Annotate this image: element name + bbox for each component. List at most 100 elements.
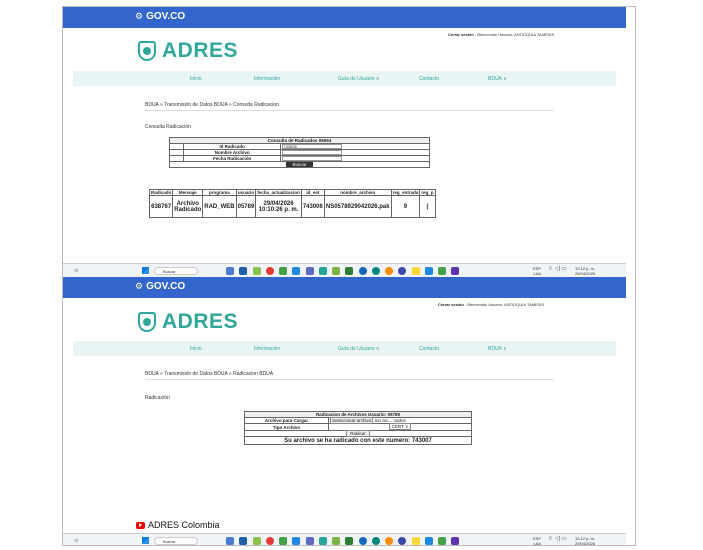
clock-bottom[interactable]: 10:12 p. m. 29/04/2026 <box>575 536 595 545</box>
nav-item-inicio[interactable]: Inicio <box>190 346 202 352</box>
widgets-icon[interactable] <box>226 267 234 275</box>
cell-programa: RAD_WEB <box>202 195 237 218</box>
app-icon-4[interactable] <box>319 537 327 545</box>
breadcrumb[interactable]: BDUA » Transmisión de Datos BDUA » Consu… <box>145 102 279 108</box>
channel-watermark: ADRES Colombia <box>136 520 220 530</box>
windows-start-icon[interactable] <box>142 267 149 274</box>
app-icon-7[interactable] <box>372 537 380 545</box>
app-icon-10[interactable] <box>451 537 459 545</box>
edge-icon[interactable] <box>292 537 300 545</box>
app-icon-1[interactable] <box>253 537 261 545</box>
adres-seal-icon <box>138 41 156 61</box>
wifi-sound-battery-icon[interactable]: ⌔ ◁) ▭ <box>548 267 567 272</box>
app-icon-9[interactable] <box>398 537 406 545</box>
submit-button[interactable]: Radicar <box>346 430 370 437</box>
name-input[interactable] <box>282 150 343 155</box>
app-icon-3[interactable] <box>306 267 314 275</box>
opera-icon[interactable] <box>266 537 274 545</box>
taskbar-bottom: ☼ Buscar ESP LAA ⌔ ◁) ▭ 10:12 p. m. 29/04/… <box>63 533 626 546</box>
col-usuario: usuario <box>235 189 257 196</box>
app-icon-2[interactable] <box>279 537 287 545</box>
brand-logo[interactable]: ADRES <box>138 310 238 334</box>
edge-icon[interactable] <box>292 267 300 275</box>
nav-item-guia[interactable]: Guía de Usuario ∨ <box>338 76 379 82</box>
search-label: Buscar <box>163 269 176 274</box>
main-nav: Inicio Información Guía de Usuario ∨ Con… <box>73 71 616 86</box>
taskbar-search[interactable]: Buscar <box>154 267 198 275</box>
nav-item-guia[interactable]: Guía de Usuario ∨ <box>338 346 379 352</box>
taskbar-search[interactable]: Buscar <box>154 537 198 545</box>
nav-item-informacion[interactable]: Información <box>254 346 280 352</box>
gov-bar-2: ⚙ GOV.CO <box>63 277 626 298</box>
screenshot-frame: ⚙ GOV.CO Cerrar sesión - Bienvenido Usuar… <box>62 6 636 546</box>
word-icon[interactable] <box>425 267 433 275</box>
weather-icon[interactable]: ☼ <box>73 267 79 274</box>
type-select[interactable]: CERT ∨ <box>388 423 412 430</box>
cell-fecha: 29/04/2026 10:10:26 p. m. <box>255 195 302 218</box>
breadcrumb[interactable]: BDUA » Transmisión de Datos BDUA » Radic… <box>145 371 273 377</box>
app-icon-7[interactable] <box>372 267 380 275</box>
app-icon-5[interactable] <box>332 537 340 545</box>
logout-link[interactable]: Cerrar sesión <box>438 302 464 307</box>
brand-logo[interactable]: ADRES <box>138 39 238 63</box>
chrome-icon[interactable] <box>359 537 367 545</box>
opera-icon[interactable] <box>266 267 274 275</box>
clock-top[interactable]: 10:12 p. m. 29/04/2026 <box>575 266 595 276</box>
nav-item-bdua[interactable]: BDUA ∨ <box>488 76 507 82</box>
app-icon-8[interactable] <box>385 267 393 275</box>
choose-file-button[interactable]: Seleccionar archivo <box>329 417 374 424</box>
app-icon-5[interactable] <box>332 267 340 275</box>
cell-nombre: NS0578929042026.pak <box>323 195 392 218</box>
app-icon-10[interactable] <box>451 267 459 275</box>
nav-item-contacto[interactable]: Contacto <box>419 76 439 82</box>
nav-item-bdua[interactable]: BDUA ∨ <box>488 346 507 352</box>
app-icon-1[interactable] <box>253 267 261 275</box>
date-input[interactable] <box>282 156 343 161</box>
cell-reg-p: ( <box>419 195 436 218</box>
app-icon-4[interactable] <box>319 267 327 275</box>
divider <box>145 110 554 111</box>
app-icon-6[interactable] <box>345 267 353 275</box>
app-icon-6[interactable] <box>345 537 353 545</box>
type-label: Tipo Archivo <box>244 423 329 431</box>
weather-icon[interactable]: ☼ <box>73 537 79 544</box>
section-title: Consulta Radicación <box>145 124 191 130</box>
search-button[interactable]: Buscar <box>286 162 313 167</box>
nav-item-informacion[interactable]: Información <box>254 76 280 82</box>
task-view-icon[interactable] <box>239 267 247 275</box>
chrome-icon[interactable] <box>359 267 367 275</box>
brand-name: ADRES <box>162 39 239 62</box>
nav-item-contacto[interactable]: Contacto <box>419 346 439 352</box>
widgets-icon[interactable] <box>226 537 234 545</box>
excel-icon[interactable] <box>438 267 446 275</box>
gov-shield-icon: ⚙ <box>135 12 144 22</box>
gov-label[interactable]: GOV.CO <box>146 11 185 22</box>
app-icon-9[interactable] <box>398 267 406 275</box>
folder-icon[interactable] <box>412 537 420 545</box>
app-icon-8[interactable] <box>385 537 393 545</box>
tray-lang[interactable]: ESP LAA <box>533 536 542 546</box>
col-radicado: Radicado <box>148 189 174 196</box>
gov-label[interactable]: GOV.CO <box>146 281 185 292</box>
success-message: Su archivo se ha radicado con este numer… <box>244 436 472 445</box>
word-icon[interactable] <box>425 537 433 545</box>
nav-item-inicio[interactable]: Inicio <box>190 76 202 82</box>
welcome-text: - Bienvenido Usuario: ANTIOQUIA TAMESIS <box>464 302 545 307</box>
task-view-icon[interactable] <box>239 537 247 545</box>
folder-icon[interactable] <box>412 267 420 275</box>
app-icon-2[interactable] <box>279 267 287 275</box>
divider <box>145 379 554 380</box>
session-info: Cerrar sesión - Bienvenido Usuario: ANTI… <box>438 302 544 307</box>
app-icon-3[interactable] <box>306 537 314 545</box>
excel-icon[interactable] <box>438 537 446 545</box>
tray-lang[interactable]: ESP LAA <box>533 266 541 276</box>
taskbar-top: ☼ Buscar ESP LAA ⌔ ◁) ▭ 10:12 p. m. 29/04/… <box>63 263 626 277</box>
region-text: LAA <box>533 541 542 546</box>
logout-link[interactable]: Cerrar sesión <box>448 32 474 37</box>
id-input[interactable]: 743006 <box>282 144 343 149</box>
gov-bar: ⚙ GOV.CO <box>63 7 626 28</box>
main-nav: Inicio Información Guía de Usuario ∨ Con… <box>73 341 616 356</box>
col-reg-entrada: reg_entrada <box>390 189 421 196</box>
wifi-sound-battery-icon[interactable]: ⌔ ◁) ▭ <box>548 537 567 542</box>
windows-start-icon[interactable] <box>142 537 149 544</box>
